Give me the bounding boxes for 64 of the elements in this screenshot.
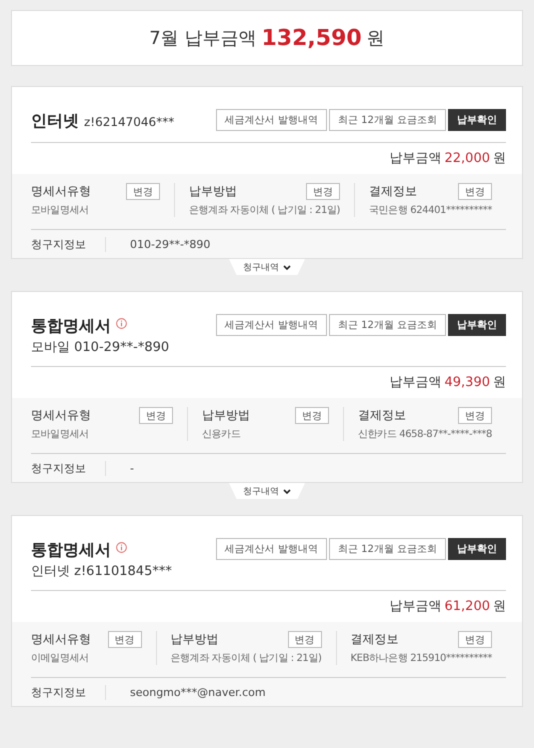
- payment-confirm-button[interactable]: 납부확인: [448, 109, 506, 131]
- card-subtitle: 모바일 010-29**-*890: [31, 339, 170, 356]
- section-value: 모바일명세서: [31, 428, 90, 441]
- action-button[interactable]: 세금계산서 발행내역: [216, 538, 327, 560]
- billing-history-toggle[interactable]: 청구내역: [229, 259, 305, 275]
- billing-value: seongmo***@naver.com: [130, 686, 266, 698]
- chevron-down-icon: [283, 488, 291, 494]
- billing-label: 청구지정보: [31, 236, 106, 252]
- section-value: 은행계좌 자동이체 ( 납기일 : 21일): [170, 652, 322, 665]
- card-subtitle: 인터넷 z!61101845***: [31, 563, 172, 580]
- amount-value: 22,000: [444, 151, 490, 166]
- billing-history-toggle[interactable]: 청구내역: [229, 483, 305, 499]
- month-label: 7월 납부금액: [149, 27, 256, 50]
- change-button[interactable]: 변경: [295, 407, 330, 424]
- payment-confirm-button[interactable]: 납부확인: [448, 538, 506, 560]
- billing-label: 청구지정보: [31, 684, 106, 700]
- billing-value: -: [130, 462, 134, 474]
- action-button[interactable]: 최근 12개월 요금조회: [328, 109, 446, 131]
- section-label: 결제정보: [350, 631, 398, 648]
- section-value: KEB하나은행 215910**********: [350, 652, 492, 665]
- change-button[interactable]: 변경: [139, 407, 174, 424]
- card-title: 통합명세서: [31, 540, 111, 561]
- change-button[interactable]: 변경: [458, 631, 492, 648]
- currency-unit: 원: [366, 27, 385, 50]
- section-label: 납부방법: [189, 183, 238, 200]
- billing-label: 청구지정보: [31, 460, 106, 476]
- section-label: 명세서유형: [31, 407, 91, 424]
- change-button[interactable]: 변경: [458, 407, 492, 424]
- section-value: 신용카드: [202, 428, 242, 441]
- section-value: 이메일명세서: [31, 652, 90, 665]
- currency-unit: 원: [493, 374, 506, 391]
- billing-value: 010-29**-*890: [130, 238, 210, 250]
- action-button[interactable]: 세금계산서 발행내역: [216, 314, 327, 336]
- section-label: 결제정보: [358, 407, 406, 424]
- section-label: 납부방법: [170, 631, 218, 648]
- action-button[interactable]: 최근 12개월 요금조회: [328, 314, 446, 336]
- amount-label: 납부금액: [390, 374, 442, 391]
- chevron-down-icon: [283, 264, 291, 270]
- change-button[interactable]: 변경: [126, 183, 160, 200]
- account-number: z!62147046***: [84, 115, 174, 129]
- change-button[interactable]: 변경: [288, 631, 322, 648]
- section-label: 납부방법: [202, 407, 250, 424]
- change-button[interactable]: 변경: [306, 183, 340, 200]
- amount-label: 납부금액: [390, 150, 442, 167]
- section-label: 명세서유형: [31, 183, 91, 200]
- section-label: 명세서유형: [31, 631, 91, 648]
- section-value: 은행계좌 자동이체 ( 납기일 : 21일): [189, 204, 340, 217]
- section-value: 국민은행 624401**********: [369, 204, 492, 217]
- card-title: 통합명세서: [31, 316, 111, 337]
- action-button[interactable]: 최근 12개월 요금조회: [328, 538, 446, 560]
- amount-value: 61,200: [444, 599, 490, 614]
- currency-unit: 원: [493, 150, 506, 167]
- currency-unit: 원: [493, 598, 506, 615]
- total-amount: 132,590: [261, 26, 362, 50]
- section-value: 신한카드 4658-87**-****-***8: [358, 428, 492, 441]
- card-title: 인터넷: [31, 111, 79, 132]
- section-label: 결제정보: [369, 183, 418, 200]
- action-button[interactable]: 세금계산서 발행내역: [216, 109, 327, 131]
- payment-confirm-button[interactable]: 납부확인: [448, 314, 506, 336]
- change-button[interactable]: 변경: [458, 183, 492, 200]
- section-value: 모바일명세서: [31, 204, 90, 217]
- amount-label: 납부금액: [390, 598, 442, 615]
- amount-value: 49,390: [444, 375, 490, 390]
- change-button[interactable]: 변경: [108, 631, 142, 648]
